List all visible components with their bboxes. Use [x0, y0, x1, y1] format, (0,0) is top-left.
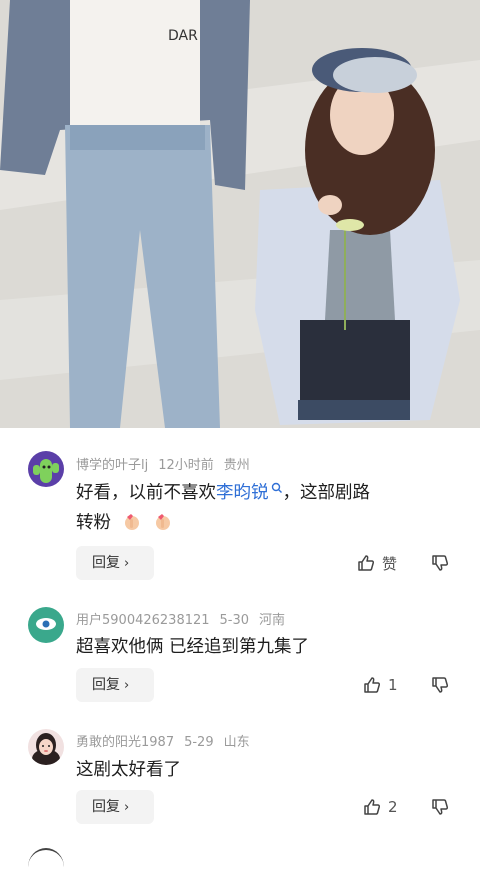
finger-heart-emoji-icon: [124, 514, 139, 530]
thumb-down-icon: [432, 555, 449, 571]
reply-label: 回复: [92, 555, 120, 571]
user-photo-avatar-icon: [28, 729, 64, 765]
like-count: 1: [388, 676, 398, 694]
comment-text-part: ，这部剧路: [282, 483, 371, 503]
thumb-up-icon: [364, 677, 381, 693]
finger-heart-emoji-icon: [156, 514, 171, 530]
comment-text: 好看，以前不喜欢李昀锐 ，这部剧路 转粉: [76, 478, 456, 538]
reply-button[interactable]: 回复 ›: [76, 546, 154, 580]
default-avatar-icon: [28, 607, 64, 643]
chevron-right-icon: ›: [124, 800, 130, 815]
comment-location: 贵州: [223, 458, 250, 473]
chevron-right-icon: ›: [124, 556, 130, 571]
svg-text:DAR: DAR: [168, 28, 198, 44]
thumb-up-icon: [358, 555, 375, 571]
comment-text-part: 好看，以前不喜欢: [76, 483, 216, 503]
avatar[interactable]: [28, 607, 64, 643]
dislike-button[interactable]: [430, 553, 450, 577]
comment-text: 这剧太好看了: [76, 760, 181, 780]
username[interactable]: 勇敢的阳光1987: [76, 735, 174, 750]
mention-link[interactable]: 李昀锐: [216, 482, 283, 503]
avatar[interactable]: [28, 848, 64, 886]
comment-time: 12小时前: [158, 458, 214, 473]
thumb-up-icon: [364, 799, 381, 815]
comment-meta: 用户5900426238121 5-30 河南: [76, 609, 295, 628]
thumb-down-icon: [432, 799, 449, 815]
comment-meta: 博学的叶子lj 12小时前 贵州: [76, 454, 260, 473]
cactus-avatar-icon: [28, 451, 64, 487]
comment-text-line2: 转粉: [76, 513, 111, 533]
dislike-button[interactable]: [430, 797, 450, 821]
like-count: 2: [388, 798, 398, 816]
comment-location: 山东: [223, 735, 250, 750]
video-scene-image: DAR: [0, 0, 480, 428]
like-button[interactable]: 赞: [356, 552, 397, 574]
like-button[interactable]: 1: [362, 674, 398, 696]
reply-label: 回复: [92, 677, 120, 693]
video-frame[interactable]: DAR: [0, 0, 480, 428]
dislike-button[interactable]: [430, 675, 450, 699]
search-icon: [271, 482, 282, 493]
like-button[interactable]: 2: [362, 796, 398, 818]
reply-label: 回复: [92, 799, 120, 815]
comment-text: 超喜欢他俩 已经追到第九集了: [76, 637, 310, 657]
reply-button[interactable]: 回复 ›: [76, 790, 154, 824]
username[interactable]: 博学的叶子lj: [76, 458, 148, 473]
comment-time: 5-30: [219, 613, 250, 628]
username[interactable]: 用户5900426238121: [76, 613, 210, 628]
comment-meta: 勇敢的阳光1987 5-29 山东: [76, 731, 260, 750]
thumb-down-icon: [432, 677, 449, 693]
comment-time: 5-29: [184, 735, 214, 750]
chevron-right-icon: ›: [124, 678, 130, 693]
like-label: 赞: [382, 554, 398, 573]
reply-button[interactable]: 回复 ›: [76, 668, 154, 702]
comment-section: 博学的叶子lj 12小时前 贵州 好看，以前不喜欢李昀锐 ，这部剧路 转粉 回复 › 赞: [0, 428, 480, 853]
mention-label: 李昀锐: [216, 483, 269, 503]
avatar[interactable]: [28, 451, 64, 487]
comment-location: 河南: [259, 613, 286, 628]
avatar[interactable]: [28, 729, 64, 765]
